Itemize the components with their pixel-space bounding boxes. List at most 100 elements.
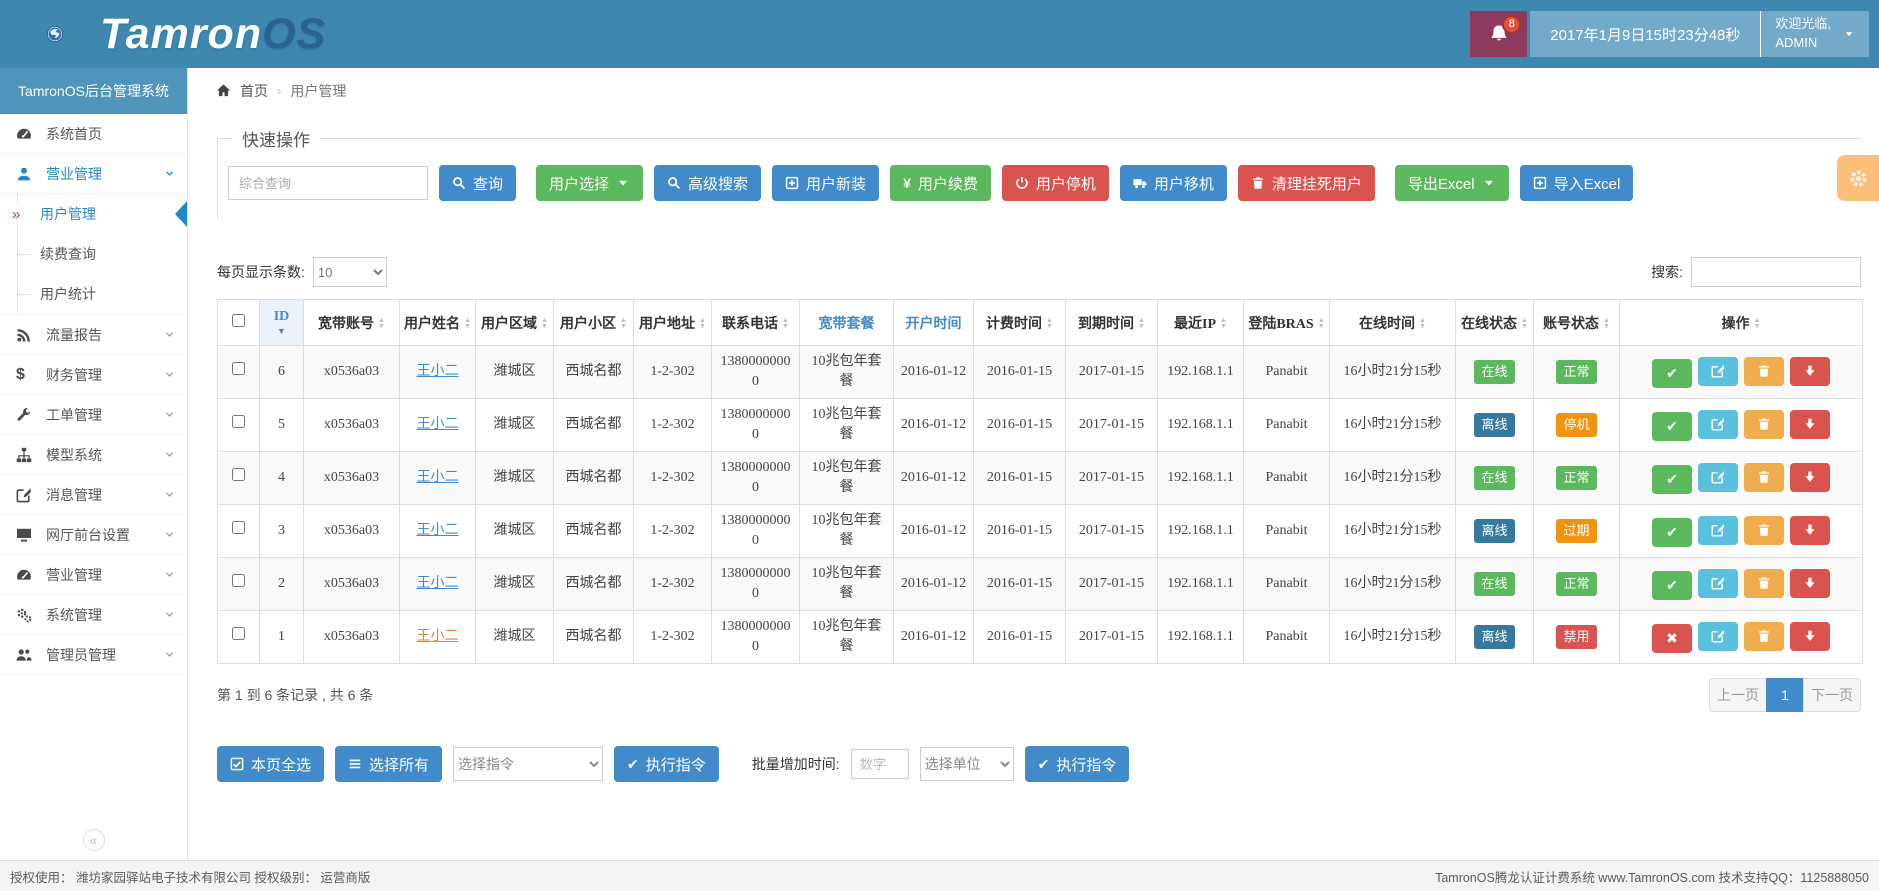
column-header-phone[interactable]: 联系电话▲▼	[712, 300, 800, 346]
row-checkbox[interactable]	[232, 415, 245, 428]
select-all-button[interactable]: 选择所有	[335, 746, 442, 782]
table-search-input[interactable]	[1691, 257, 1861, 287]
select-page-button[interactable]: 本页全选	[217, 746, 324, 782]
command-select[interactable]: 选择指令	[453, 747, 603, 781]
sidebar-item-message-mgmt[interactable]: 消息管理	[0, 475, 187, 515]
column-header-online_status[interactable]: 在线状态▲▼	[1456, 300, 1534, 346]
column-header-ip[interactable]: 最近IP▲▼	[1158, 300, 1244, 346]
users-icon	[16, 647, 46, 663]
column-header-address[interactable]: 用户地址▲▼	[634, 300, 712, 346]
row-checkbox[interactable]	[232, 521, 245, 534]
sidebar-subitem-user-stats[interactable]: 用户统计	[0, 274, 187, 314]
column-header-name[interactable]: 用户姓名▲▼	[400, 300, 476, 346]
per-page-select[interactable]: 10	[313, 257, 387, 287]
user-renew-button[interactable]: ¥用户续费	[890, 165, 991, 201]
admin-menu[interactable]: 欢迎光临, ADMIN	[1760, 11, 1869, 57]
column-header-account_status[interactable]: 账号状态▲▼	[1534, 300, 1620, 346]
sidebar-item-system-mgmt[interactable]: 系统管理	[0, 595, 187, 635]
delete-button[interactable]	[1744, 357, 1784, 386]
row-checkbox[interactable]	[232, 627, 245, 640]
user-icon	[16, 166, 46, 182]
row-checkbox[interactable]	[232, 362, 245, 375]
check-icon: ✔	[1666, 472, 1678, 486]
edit-button[interactable]	[1698, 357, 1738, 386]
prev-page-button[interactable]: 上一页	[1709, 678, 1767, 712]
download-button[interactable]	[1790, 622, 1830, 651]
confirm-button[interactable]: ✔	[1652, 571, 1692, 600]
sidebar-item-portal-settings[interactable]: 网厅前台设置	[0, 515, 187, 555]
sidebar-item-business-mgmt-2[interactable]: 营业管理	[0, 555, 187, 595]
column-header-region[interactable]: 用户区域▲▼	[476, 300, 554, 346]
column-header-expire_date[interactable]: 到期时间▲▼	[1066, 300, 1158, 346]
column-header-bras[interactable]: 登陆BRAS▲▼	[1244, 300, 1330, 346]
sidebar-collapse-button[interactable]: «	[83, 829, 105, 851]
edit-button[interactable]	[1698, 516, 1738, 545]
sidebar-subitem-user-mgmt[interactable]: »用户管理	[0, 194, 187, 234]
user-name-link[interactable]: 王小二	[417, 576, 459, 591]
sidebar-item-traffic-report[interactable]: 流量报告	[0, 315, 187, 355]
user-name-link[interactable]: 王小二	[417, 417, 459, 432]
import-excel-button[interactable]: 导入Excel	[1520, 165, 1634, 201]
user-name-link[interactable]: 王小二	[417, 470, 459, 485]
edit-button[interactable]	[1698, 410, 1738, 439]
advanced-search-button[interactable]: 高级搜索	[654, 165, 761, 201]
sidebar-subitem-renew-query[interactable]: 续费查询	[0, 234, 187, 274]
column-header-actions[interactable]: 操作▲▼	[1620, 300, 1863, 346]
quick-search-input[interactable]	[228, 166, 428, 200]
sidebar-item-dashboard[interactable]: 系统首页	[0, 114, 187, 154]
column-header-open_date[interactable]: 开户时间	[894, 300, 974, 346]
edit-button[interactable]	[1698, 622, 1738, 651]
time-number-input[interactable]	[851, 749, 909, 779]
user-move-button[interactable]: 用户移机	[1120, 165, 1227, 201]
confirm-button[interactable]: ✔	[1652, 465, 1692, 494]
select-all-checkbox[interactable]	[232, 314, 245, 327]
download-button[interactable]	[1790, 463, 1830, 492]
query-button[interactable]: 查询	[439, 165, 516, 201]
user-name-link[interactable]: 王小二	[417, 364, 459, 379]
column-header-community[interactable]: 用户小区▲▼	[554, 300, 634, 346]
sidebar-item-admin-mgmt[interactable]: 管理员管理	[0, 635, 187, 675]
execute-command-button[interactable]: ✔ 执行指令	[614, 746, 719, 782]
user-suspend-button[interactable]: 用户停机	[1002, 165, 1109, 201]
edit-button[interactable]	[1698, 463, 1738, 492]
check-icon: ✔	[1038, 757, 1050, 771]
column-header-account[interactable]: 宽带账号▲▼	[304, 300, 400, 346]
breadcrumb-home[interactable]: 首页	[240, 81, 268, 101]
user-install-button[interactable]: 用户新装	[772, 165, 879, 201]
settings-fab[interactable]	[1837, 155, 1879, 201]
confirm-button[interactable]: ✔	[1652, 518, 1692, 547]
download-button[interactable]	[1790, 569, 1830, 598]
user-select-button[interactable]: 用户选择	[536, 165, 643, 201]
notifications-button[interactable]: 8	[1470, 11, 1527, 57]
deny-button[interactable]: ✖	[1652, 624, 1692, 653]
column-header-plan[interactable]: 宽带套餐	[800, 300, 894, 346]
column-header-online_time[interactable]: 在线时间▲▼	[1330, 300, 1456, 346]
column-header-bill_date[interactable]: 计费时间▲▼	[974, 300, 1066, 346]
delete-button[interactable]	[1744, 622, 1784, 651]
download-button[interactable]	[1790, 357, 1830, 386]
download-button[interactable]	[1790, 516, 1830, 545]
column-header-id[interactable]: ID▼	[260, 300, 304, 346]
delete-button[interactable]	[1744, 516, 1784, 545]
time-unit-select[interactable]: 选择单位	[920, 747, 1014, 781]
clean-dead-users-button[interactable]: 清理挂死用户	[1238, 165, 1375, 201]
sidebar-item-model-system[interactable]: 模型系统	[0, 435, 187, 475]
confirm-button[interactable]: ✔	[1652, 412, 1692, 441]
edit-button[interactable]	[1698, 569, 1738, 598]
row-checkbox[interactable]	[232, 574, 245, 587]
delete-button[interactable]	[1744, 463, 1784, 492]
confirm-button[interactable]: ✔	[1652, 359, 1692, 388]
delete-button[interactable]	[1744, 569, 1784, 598]
execute-time-button[interactable]: ✔ 执行指令	[1025, 746, 1130, 782]
export-excel-button[interactable]: 导出Excel	[1395, 165, 1509, 201]
sidebar-item-finance-mgmt[interactable]: $财务管理	[0, 355, 187, 395]
download-button[interactable]	[1790, 410, 1830, 439]
sidebar-item-workorder-mgmt[interactable]: 工单管理	[0, 395, 187, 435]
page-1-button[interactable]: 1	[1766, 678, 1804, 712]
user-name-link[interactable]: 王小二	[417, 629, 459, 644]
row-checkbox[interactable]	[232, 468, 245, 481]
user-name-link[interactable]: 王小二	[417, 523, 459, 538]
delete-button[interactable]	[1744, 410, 1784, 439]
next-page-button[interactable]: 下一页	[1803, 678, 1861, 712]
sidebar-item-business-mgmt[interactable]: 营业管理	[0, 154, 187, 194]
